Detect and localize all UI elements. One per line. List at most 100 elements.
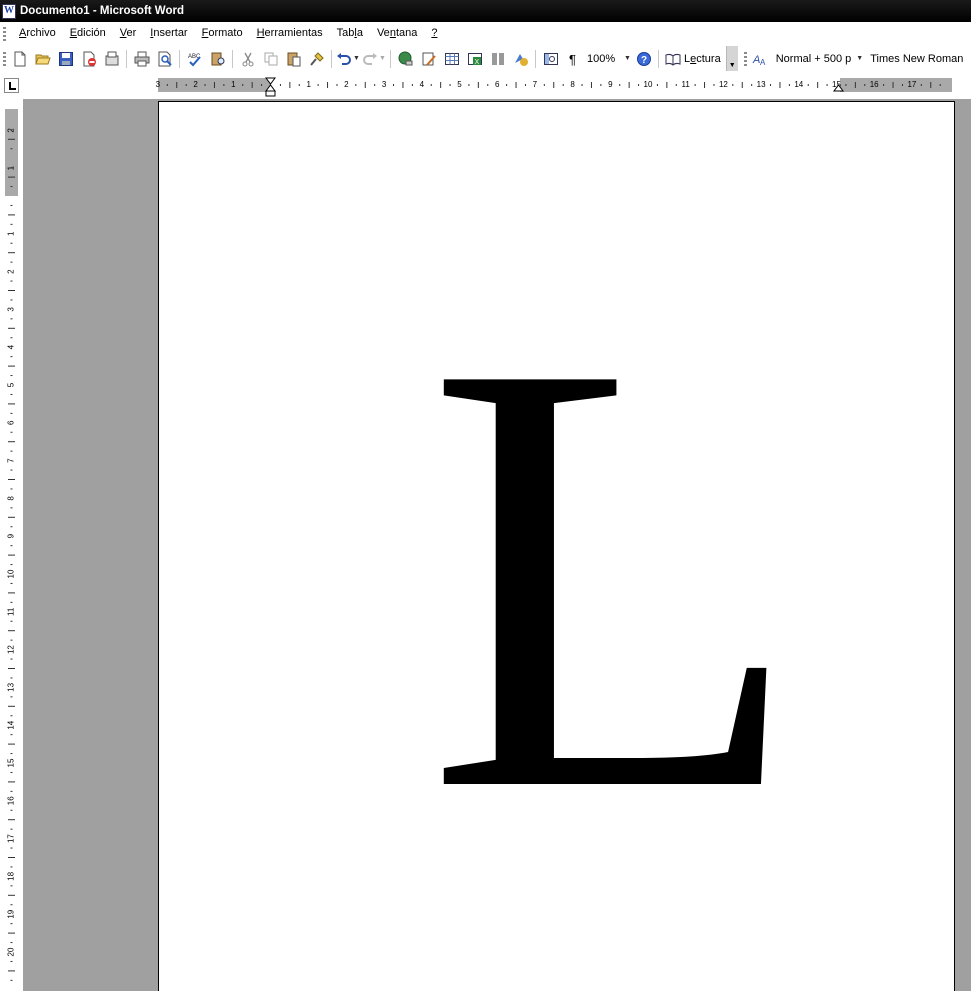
menu-bar: Archivo Edición Ver Insertar Formato Herramie… <box>0 22 971 45</box>
menu-item-tabla[interactable]: Tabla <box>330 22 370 45</box>
open-icon <box>34 54 51 64</box>
ruler-label: 5 <box>457 80 462 89</box>
help-icon: ? <box>636 51 651 66</box>
window-title: Documento1 - Microsoft Word <box>20 5 184 17</box>
ruler-label: 9 <box>608 80 613 89</box>
title-bar: Documento1 - Microsoft Word <box>0 0 971 22</box>
email-icon <box>105 51 118 65</box>
drawing-toolbar-button[interactable] <box>509 48 532 70</box>
menu-item-edición[interactable]: Edición <box>63 22 113 45</box>
reading-icon <box>665 53 681 66</box>
save-button[interactable] <box>54 48 77 70</box>
vertical-ruler-label: 17 <box>7 834 16 843</box>
ruler-label: 13 <box>757 80 766 89</box>
vertical-ruler-label: 15 <box>7 758 16 767</box>
reading-layout-button[interactable]: Lectura <box>662 48 724 70</box>
toolbar-separator <box>535 49 536 68</box>
ruler-label: 3 <box>382 80 387 89</box>
document-page[interactable]: L <box>158 101 955 991</box>
vertical-ruler-area: 2 1 1 2 3 4 5 6 7 8 9 10 11 12 13 14 15 16 17 18 19 20 <box>0 99 23 991</box>
menu-item-help[interactable]: ? <box>424 22 444 45</box>
print-icon <box>134 51 149 66</box>
word-app-icon[interactable] <box>2 3 16 19</box>
help-button[interactable]: ? <box>632 48 655 70</box>
formatting-toolbar-grip-handle[interactable] <box>743 51 747 66</box>
horizontal-ruler-marks: 3 2 1 1 2 3 4 5 6 7 8 9 10 11 12 13 14 15 16 17 <box>156 77 941 97</box>
vertical-ruler-label: 2 <box>7 269 16 274</box>
drawing-icon <box>422 52 436 66</box>
menu-item-ventana[interactable]: Ventana <box>370 22 424 45</box>
toolbar-options-button[interactable]: ▼ <box>725 46 738 71</box>
ruler-label: 8 <box>570 80 575 89</box>
vertical-ruler-label: 20 <box>7 947 16 956</box>
ruler-label: 10 <box>644 80 653 89</box>
spelling-button[interactable]: ABC <box>183 48 206 70</box>
redo-dropdown-arrow[interactable]: ▼ <box>378 48 387 70</box>
ruler-label: 2 <box>193 80 198 89</box>
svg-text:?: ? <box>641 55 647 66</box>
print-preview-button[interactable] <box>153 48 176 70</box>
left-indent-marker[interactable] <box>265 90 276 97</box>
new-icon <box>14 51 25 66</box>
research-button[interactable] <box>206 48 229 70</box>
first-line-indent-marker[interactable] <box>265 77 276 85</box>
paste-button[interactable] <box>282 48 305 70</box>
tables-borders-button[interactable] <box>417 48 440 70</box>
vertical-ruler-label: 10 <box>7 569 16 578</box>
copy-button[interactable] <box>259 48 282 70</box>
new-document-button[interactable] <box>8 48 31 70</box>
spelling-icon: ABC <box>188 54 201 66</box>
menu-item-insertar[interactable]: Insertar <box>143 22 194 45</box>
ruler-label: 1 <box>231 80 236 89</box>
svg-text:A: A <box>760 58 766 67</box>
toolbar-separator <box>126 49 127 68</box>
toolbar-grip-handle[interactable] <box>3 51 6 66</box>
redo-icon <box>362 52 377 65</box>
style-dropdown-arrow[interactable]: ▼ <box>855 48 864 70</box>
toolbar-separator <box>232 49 233 68</box>
zoom-dropdown-arrow[interactable]: ▼ <box>623 48 632 70</box>
ruler-label: 1 <box>306 80 311 89</box>
print-button[interactable] <box>130 48 153 70</box>
horizontal-ruler-area: 3 2 1 1 2 3 4 5 6 7 8 9 10 11 12 13 14 15 16 17 <box>0 72 971 99</box>
undo-button[interactable] <box>335 48 352 70</box>
menu-item-archivo[interactable]: Archivo <box>12 22 63 45</box>
font-select[interactable]: Times New Roman <box>864 53 967 65</box>
insert-excel-button[interactable]: X <box>463 48 486 70</box>
zoom-input[interactable]: 100% <box>585 50 623 68</box>
menu-item-formato[interactable]: Formato <box>195 22 250 45</box>
format-painter-button[interactable] <box>305 48 328 70</box>
document-text[interactable]: L <box>426 267 804 885</box>
permission-button[interactable] <box>77 48 100 70</box>
ruler-label: 3 <box>156 80 161 89</box>
vertical-ruler-label: 16 <box>7 796 16 805</box>
hyperlink-button[interactable] <box>394 48 417 70</box>
vertical-ruler-label: 7 <box>7 458 16 463</box>
style-select[interactable]: Normal + 500 p <box>772 53 856 65</box>
pilcrow-icon: ¶ <box>569 52 576 67</box>
columns-button[interactable] <box>486 48 509 70</box>
undo-dropdown-arrow[interactable]: ▼ <box>352 48 361 70</box>
hanging-indent-marker[interactable] <box>265 84 276 92</box>
email-button[interactable] <box>100 48 123 70</box>
ruler-label: 16 <box>870 80 879 89</box>
show-hide-formatting-button[interactable]: ¶ <box>562 48 585 70</box>
save-icon <box>58 51 73 66</box>
document-map-button[interactable] <box>539 48 562 70</box>
vertical-ruler-marks: 211234567891011121314151617181920 <box>7 128 16 981</box>
copy-icon <box>264 52 277 65</box>
toolbar-separator <box>658 49 659 68</box>
table-icon <box>444 52 459 65</box>
menubar-grip-handle[interactable] <box>3 26 6 41</box>
styles-formatting-button[interactable]: AA <box>749 48 772 70</box>
toolbar-separator <box>390 49 391 68</box>
format-painter-icon <box>309 51 324 66</box>
ruler-label: 11 <box>682 80 691 89</box>
cut-button[interactable] <box>236 48 259 70</box>
open-button[interactable] <box>31 48 54 70</box>
menu-item-ver[interactable]: Ver <box>113 22 144 45</box>
menu-item-herramientas[interactable]: Herramientas <box>250 22 330 45</box>
vertical-ruler-label: 11 <box>7 607 16 616</box>
redo-button[interactable] <box>361 48 378 70</box>
insert-table-button[interactable] <box>440 48 463 70</box>
